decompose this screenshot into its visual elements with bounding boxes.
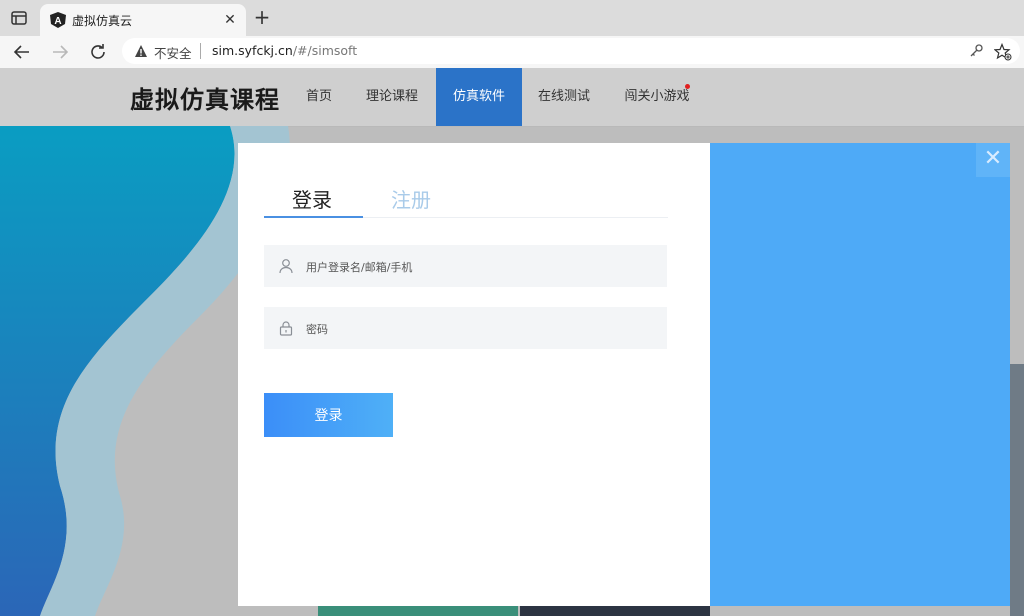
warning-icon[interactable] (134, 44, 148, 58)
password-input[interactable] (304, 307, 658, 351)
browser-address-bar: 不安全 sim.syfckj.cn/#/simsoft (0, 36, 1024, 69)
nav-item-simulation-software[interactable]: 仿真软件 (436, 68, 522, 126)
tab-actions-icon[interactable] (10, 9, 28, 27)
background-panel-strip (318, 606, 518, 616)
tab-login[interactable]: 登录 (292, 184, 332, 213)
svg-text:A: A (54, 16, 61, 27)
favorite-star-icon[interactable] (994, 43, 1012, 61)
url-host: sim.syfckj.cn (212, 43, 293, 58)
lock-icon (279, 321, 293, 336)
browser-tab-bar: A 虚拟仿真云 ✕ + (0, 0, 1024, 36)
forward-arrow-icon[interactable] (48, 40, 72, 64)
tab-title: 虚拟仿真云 (72, 14, 133, 28)
background-software-preview (1010, 364, 1024, 616)
active-tab-indicator (264, 216, 363, 218)
url-path: /#/simsoft (292, 43, 358, 58)
back-arrow-icon[interactable] (10, 40, 34, 64)
nav-item-home[interactable]: 首页 (290, 68, 348, 126)
background-panel-strip-dark (520, 606, 710, 616)
url-text[interactable]: sim.syfckj.cn/#/simsoft (212, 43, 357, 58)
nav-item-theory-courses[interactable]: 理论课程 (358, 68, 426, 126)
reload-icon[interactable] (86, 40, 110, 64)
username-input[interactable] (304, 245, 658, 289)
username-field[interactable] (264, 245, 667, 289)
site-header: 虚拟仿真课程 首页 理论课程 仿真软件 在线测试 闯关小游戏 (0, 68, 1024, 127)
key-icon[interactable] (968, 43, 984, 59)
tab-register[interactable]: 注册 (391, 184, 431, 213)
tab-close-icon[interactable]: ✕ (220, 10, 240, 30)
login-submit-button[interactable]: 登录 (264, 393, 393, 437)
site-logo[interactable]: 虚拟仿真课程 (130, 80, 280, 115)
security-status[interactable]: 不安全 (154, 43, 192, 62)
angular-favicon-icon: A (50, 12, 66, 28)
modal-side-panel (710, 143, 1010, 606)
user-icon (279, 259, 293, 274)
notification-dot (685, 84, 690, 89)
modal-close-button[interactable]: ✕ (976, 143, 1010, 177)
new-tab-button[interactable]: + (252, 7, 272, 28)
url-separator (200, 43, 201, 59)
url-input[interactable]: 不安全 sim.syfckj.cn/#/simsoft (122, 38, 1020, 64)
browser-tab[interactable]: A 虚拟仿真云 ✕ (40, 4, 246, 36)
password-field[interactable] (264, 307, 667, 351)
nav-item-mini-game[interactable]: 闯关小游戏 (616, 68, 698, 126)
nav-item-online-test[interactable]: 在线测试 (530, 68, 598, 126)
